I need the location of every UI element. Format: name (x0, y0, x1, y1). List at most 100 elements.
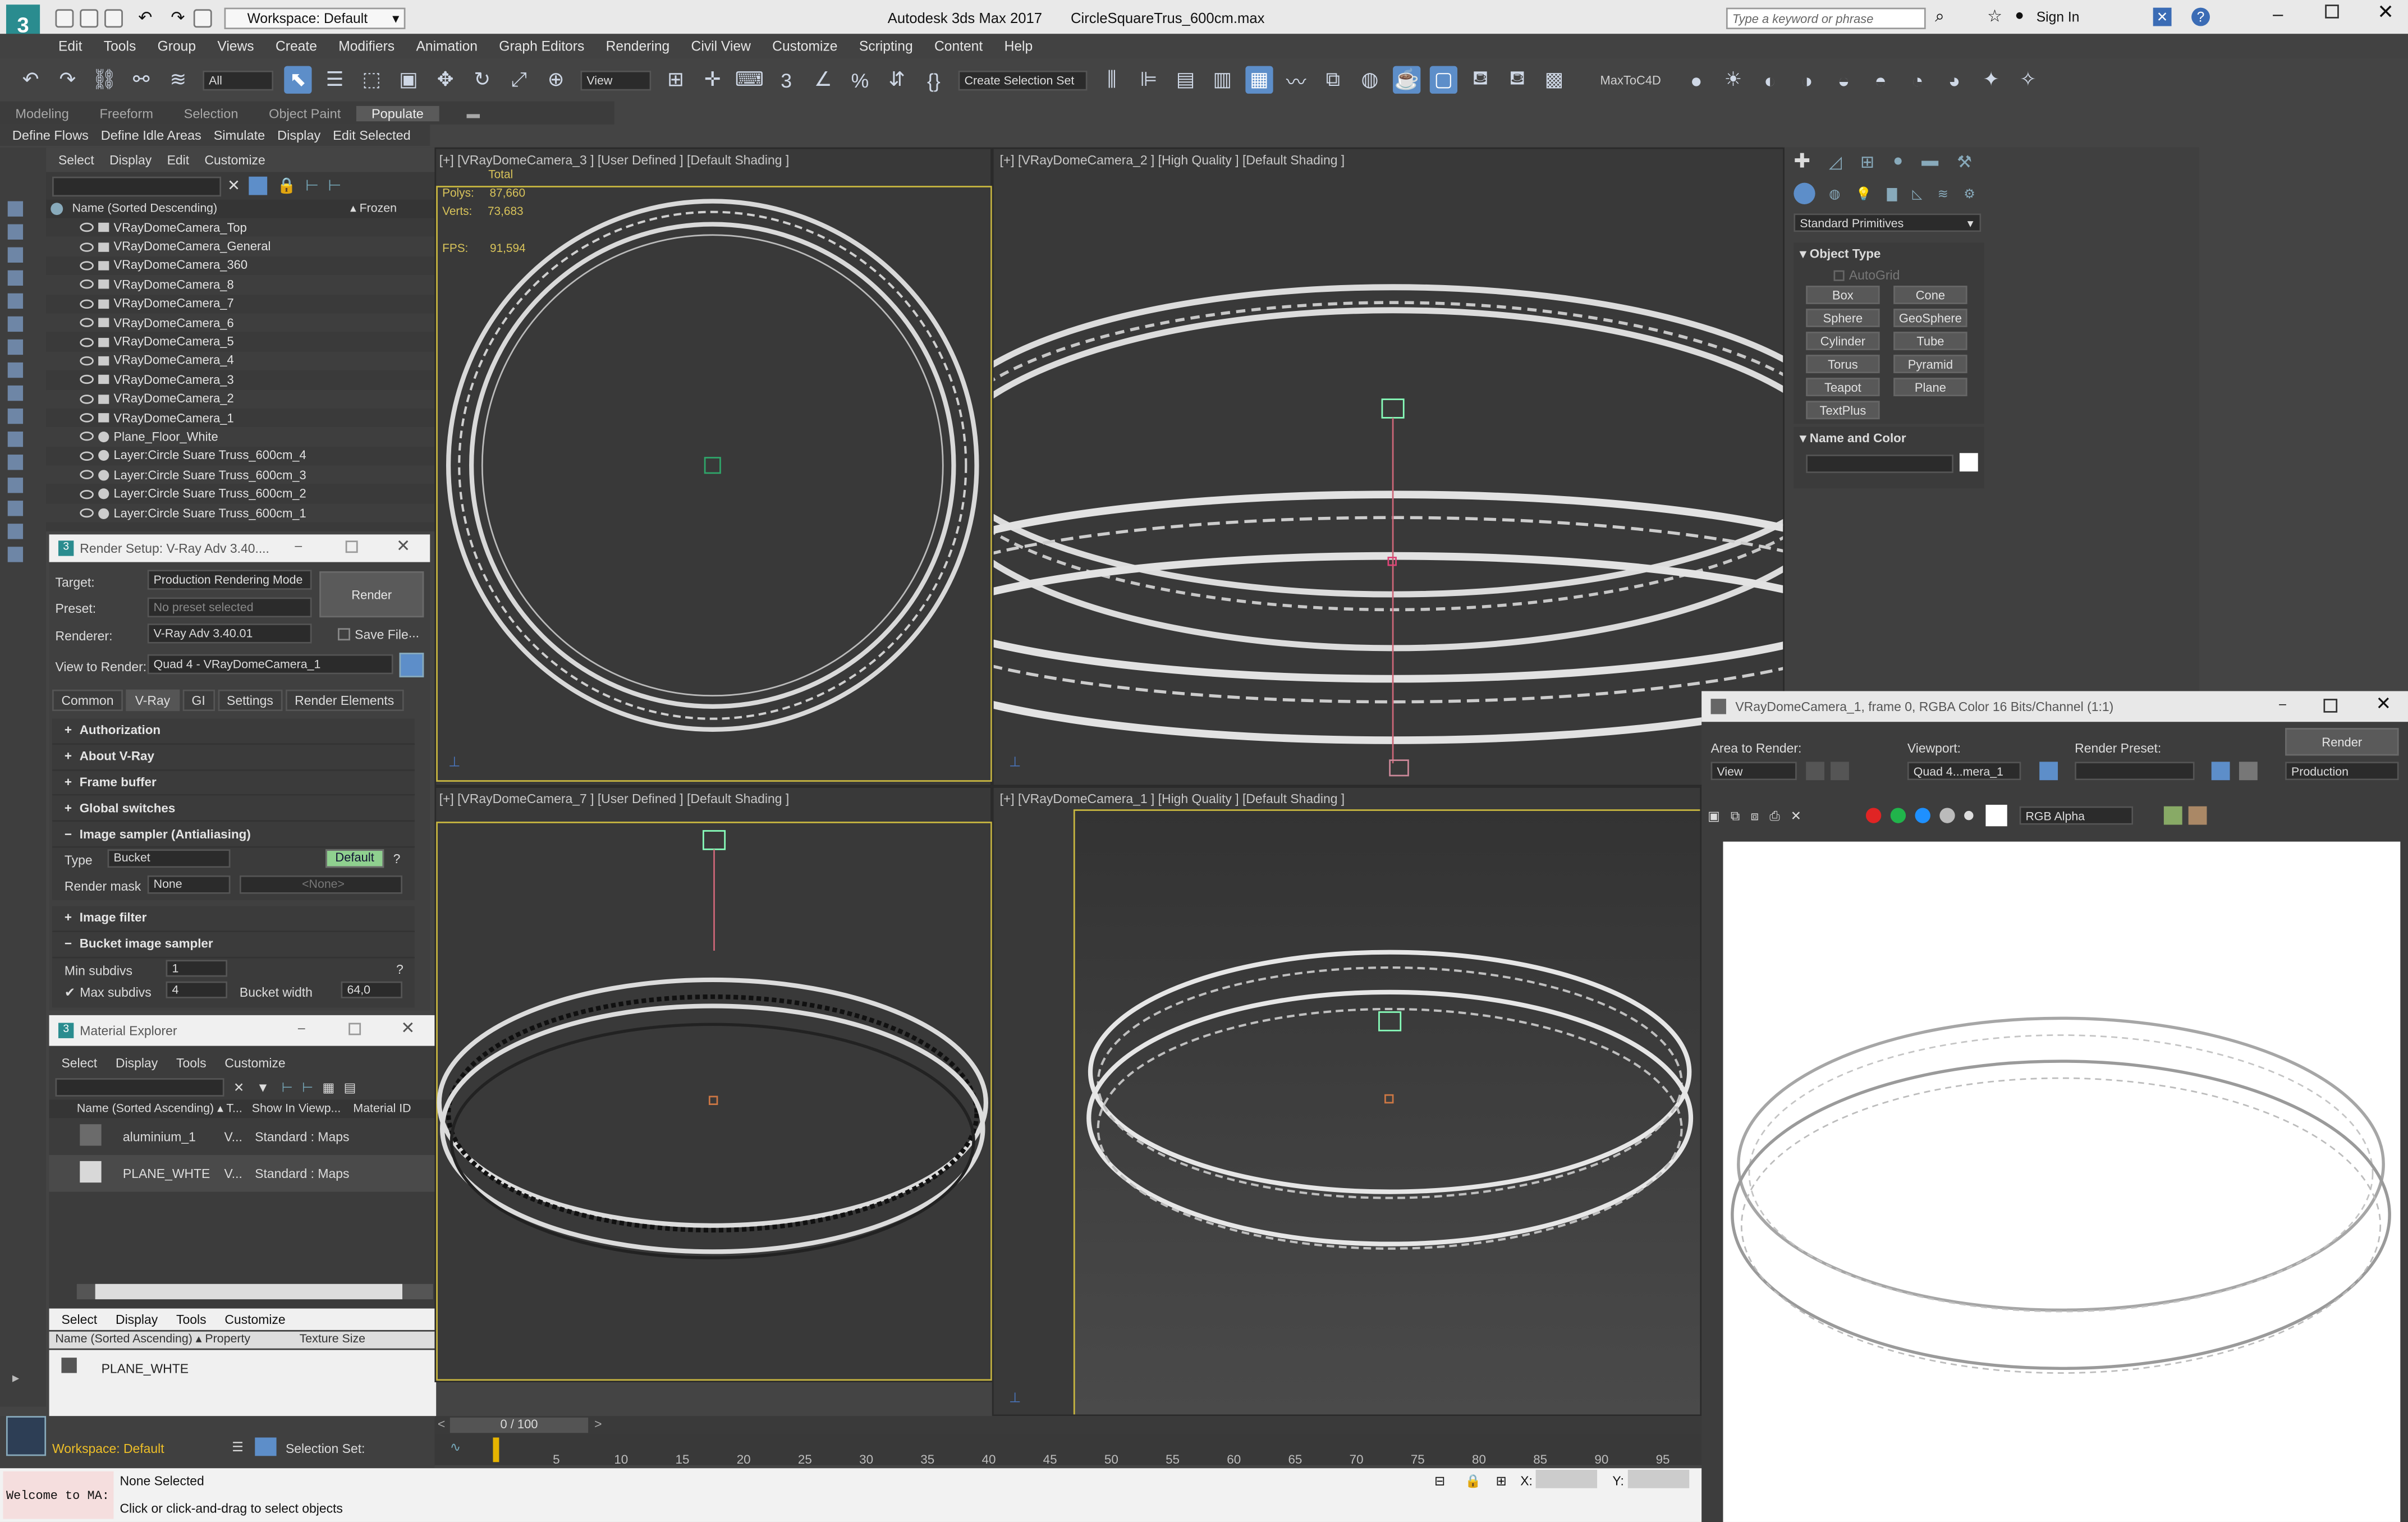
vray-sphere-icon[interactable]: ◕ (1941, 66, 1968, 94)
material-menu-display[interactable]: Display (116, 1055, 158, 1070)
max-subdivs-spinner[interactable]: 4 (166, 980, 228, 998)
lights-category-icon[interactable]: 💡 (1856, 185, 1872, 202)
close-button[interactable]: ✕ (2377, 0, 2394, 25)
menu-edit[interactable]: Edit (58, 38, 82, 53)
selection-lock-icon[interactable]: 🔒 (1465, 1473, 1482, 1489)
material-name-column[interactable]: Name (Sorted Ascending) ▴ T... (77, 1101, 242, 1115)
filter-icon[interactable] (249, 176, 268, 195)
expand-arrow-icon[interactable]: ▸ (12, 1370, 19, 1387)
scene-row[interactable]: VRayDomeCamera_1 (46, 409, 434, 428)
render-button[interactable]: Render (319, 571, 424, 618)
visibility-eye-icon[interactable] (80, 508, 94, 518)
min-subdivs-spinner[interactable]: 1 (166, 959, 228, 977)
viewport-layouts-icon[interactable] (6, 1416, 47, 1456)
rendered-image[interactable] (1723, 841, 2401, 1522)
flow-tool-define-flows[interactable]: Define Flows (12, 127, 89, 143)
spinner-snap-icon[interactable]: ⇵ (883, 66, 911, 94)
help-icon[interactable]: ? (2191, 7, 2210, 26)
max-subdivs-checkbox[interactable]: ✔ (65, 984, 75, 999)
scene-row[interactable]: VRayDomeCamera_8 (46, 275, 435, 295)
visibility-eye-icon[interactable] (80, 470, 94, 480)
minimize-button[interactable]: – (2273, 3, 2283, 24)
save-file-checkbox[interactable]: Save File (338, 627, 409, 642)
environment-icon[interactable] (2239, 762, 2258, 781)
red-channel-toggle[interactable] (1865, 808, 1882, 823)
menu-civil-view[interactable]: Civil View (691, 38, 751, 53)
display-frozen-icon[interactable] (7, 431, 24, 447)
menu-animation[interactable]: Animation (416, 38, 478, 53)
vray-proxy-icon[interactable]: ◒ (1830, 66, 1857, 94)
viewport-bottom-right[interactable]: [+] [VRayDomeCamera_1 ] [High Quality ] … (992, 786, 1702, 1416)
close-button[interactable]: ✕ (401, 1018, 415, 1038)
ribbon-tab-freeform[interactable]: Freeform (84, 105, 168, 120)
render-mode-dropdown[interactable]: Production (2285, 762, 2399, 781)
lower-list-item[interactable]: PLANE_WHTE (102, 1361, 189, 1376)
selection-set-icon[interactable] (255, 1437, 277, 1456)
scale-icon[interactable]: ⤢ (505, 66, 533, 94)
scene-row[interactable]: VRayDomeCamera_2 (46, 389, 435, 409)
hierarchy-icon[interactable]: ⊢ (282, 1080, 293, 1095)
lower-menu-tools[interactable]: Tools (176, 1312, 207, 1327)
scene-row[interactable]: VRayDomeCamera_6 (46, 313, 435, 333)
create-geosphere-button[interactable]: GeoSphere (1893, 309, 1967, 327)
display-xrefs-icon[interactable] (7, 362, 24, 378)
workspace-dropdown[interactable]: Workspace: Default ▾ (224, 7, 406, 29)
ribbon-options-icon[interactable]: ▬ (451, 105, 495, 120)
viewport-select-dropdown[interactable]: Quad 4...mera_1 (1907, 762, 2021, 781)
menu-tools[interactable]: Tools (104, 38, 136, 53)
unlink-icon[interactable]: ⚯ (127, 66, 155, 94)
flow-tool-simulate[interactable]: Simulate (214, 127, 265, 143)
absolute-mode-icon[interactable]: ⊞ (1496, 1473, 1506, 1488)
menu-modifiers[interactable]: Modifiers (338, 38, 395, 53)
create-sphere-button[interactable]: Sphere (1806, 309, 1880, 327)
save-image-icon[interactable]: ▣ (1708, 808, 1720, 823)
layer-explorer-icon[interactable]: ▤ (1172, 66, 1199, 94)
display-invert-icon[interactable] (7, 524, 24, 539)
bind-space-warp-icon[interactable]: ≋ (164, 66, 192, 94)
selection-filter-dropdown[interactable]: All (203, 70, 274, 90)
material-options-icon[interactable]: ▤ (344, 1080, 356, 1095)
scene-row[interactable]: VRayDomeCamera_Top (46, 218, 434, 237)
layer-manager-icon[interactable]: ☰ (232, 1439, 244, 1454)
copy-image-icon[interactable]: ⧉ (1731, 807, 1740, 824)
spacewarps-category-icon[interactable]: ≋ (1938, 186, 1948, 201)
horizontal-scrollbar[interactable] (76, 1283, 433, 1300)
visibility-eye-icon[interactable] (80, 261, 94, 271)
lock-view-icon[interactable] (399, 653, 424, 677)
lock-icon[interactable]: 🔒 (277, 177, 296, 194)
prev-frame-button[interactable]: < (438, 1416, 445, 1431)
material-row[interactable]: PLANE_WHTE V... Standard : Maps (49, 1154, 437, 1192)
create-textplus-button[interactable]: TextPlus (1806, 401, 1880, 420)
scene-row[interactable]: Layer:Circle Suare Truss_600cm_1 (46, 503, 435, 523)
render-tab-common[interactable]: Common (52, 689, 123, 710)
authorization-rollout[interactable]: + Authorization (52, 718, 415, 745)
render-setup-icon[interactable]: ☕ (1393, 66, 1421, 94)
render-tab-gi[interactable]: GI (182, 689, 215, 710)
display-all-icon[interactable] (7, 478, 24, 493)
pivot-center-icon[interactable]: ⊞ (662, 66, 689, 94)
display-children-icon[interactable] (7, 547, 24, 562)
curve-editor-icon[interactable]: 〰 (1282, 66, 1310, 94)
y-coord-field[interactable] (1627, 1469, 1690, 1488)
scene-row[interactable]: Layer:Circle Suare Truss_600cm_4 (46, 446, 434, 465)
binoculars-icon[interactable]: ⌕ (1935, 8, 1944, 28)
global-switches-rollout[interactable]: + Global switches (52, 796, 415, 822)
helpers-category-icon[interactable]: ◺ (1912, 186, 1923, 201)
x-coord-field[interactable] (1535, 1469, 1598, 1488)
display-groups-icon[interactable] (7, 339, 24, 355)
vray-ies-icon[interactable]: ◐ (1756, 66, 1784, 94)
autogrid-checkbox[interactable]: AutoGrid (1833, 267, 1900, 283)
display-cameras-icon[interactable] (7, 270, 24, 286)
edit-region-icon[interactable] (1806, 762, 1825, 781)
vray-toolbox-icon[interactable]: ✦ (1978, 66, 2005, 94)
sampler-default-button[interactable]: Default (325, 849, 384, 868)
render-preset-dropdown[interactable] (2075, 762, 2195, 781)
viewport-bottom-left[interactable]: [+] [VRayDomeCamera_7 ] [User Defined ] … (434, 786, 992, 1382)
display-helpers-icon[interactable] (7, 293, 24, 309)
vray-sun-icon[interactable]: ☀ (1719, 66, 1747, 94)
next-frame-button[interactable]: > (594, 1416, 602, 1431)
display-lights-icon[interactable] (7, 247, 24, 263)
reference-coord-dropdown[interactable]: View (580, 70, 652, 90)
undo-icon[interactable]: ↶ (138, 8, 152, 28)
scene-menu-select[interactable]: Select (58, 152, 94, 167)
